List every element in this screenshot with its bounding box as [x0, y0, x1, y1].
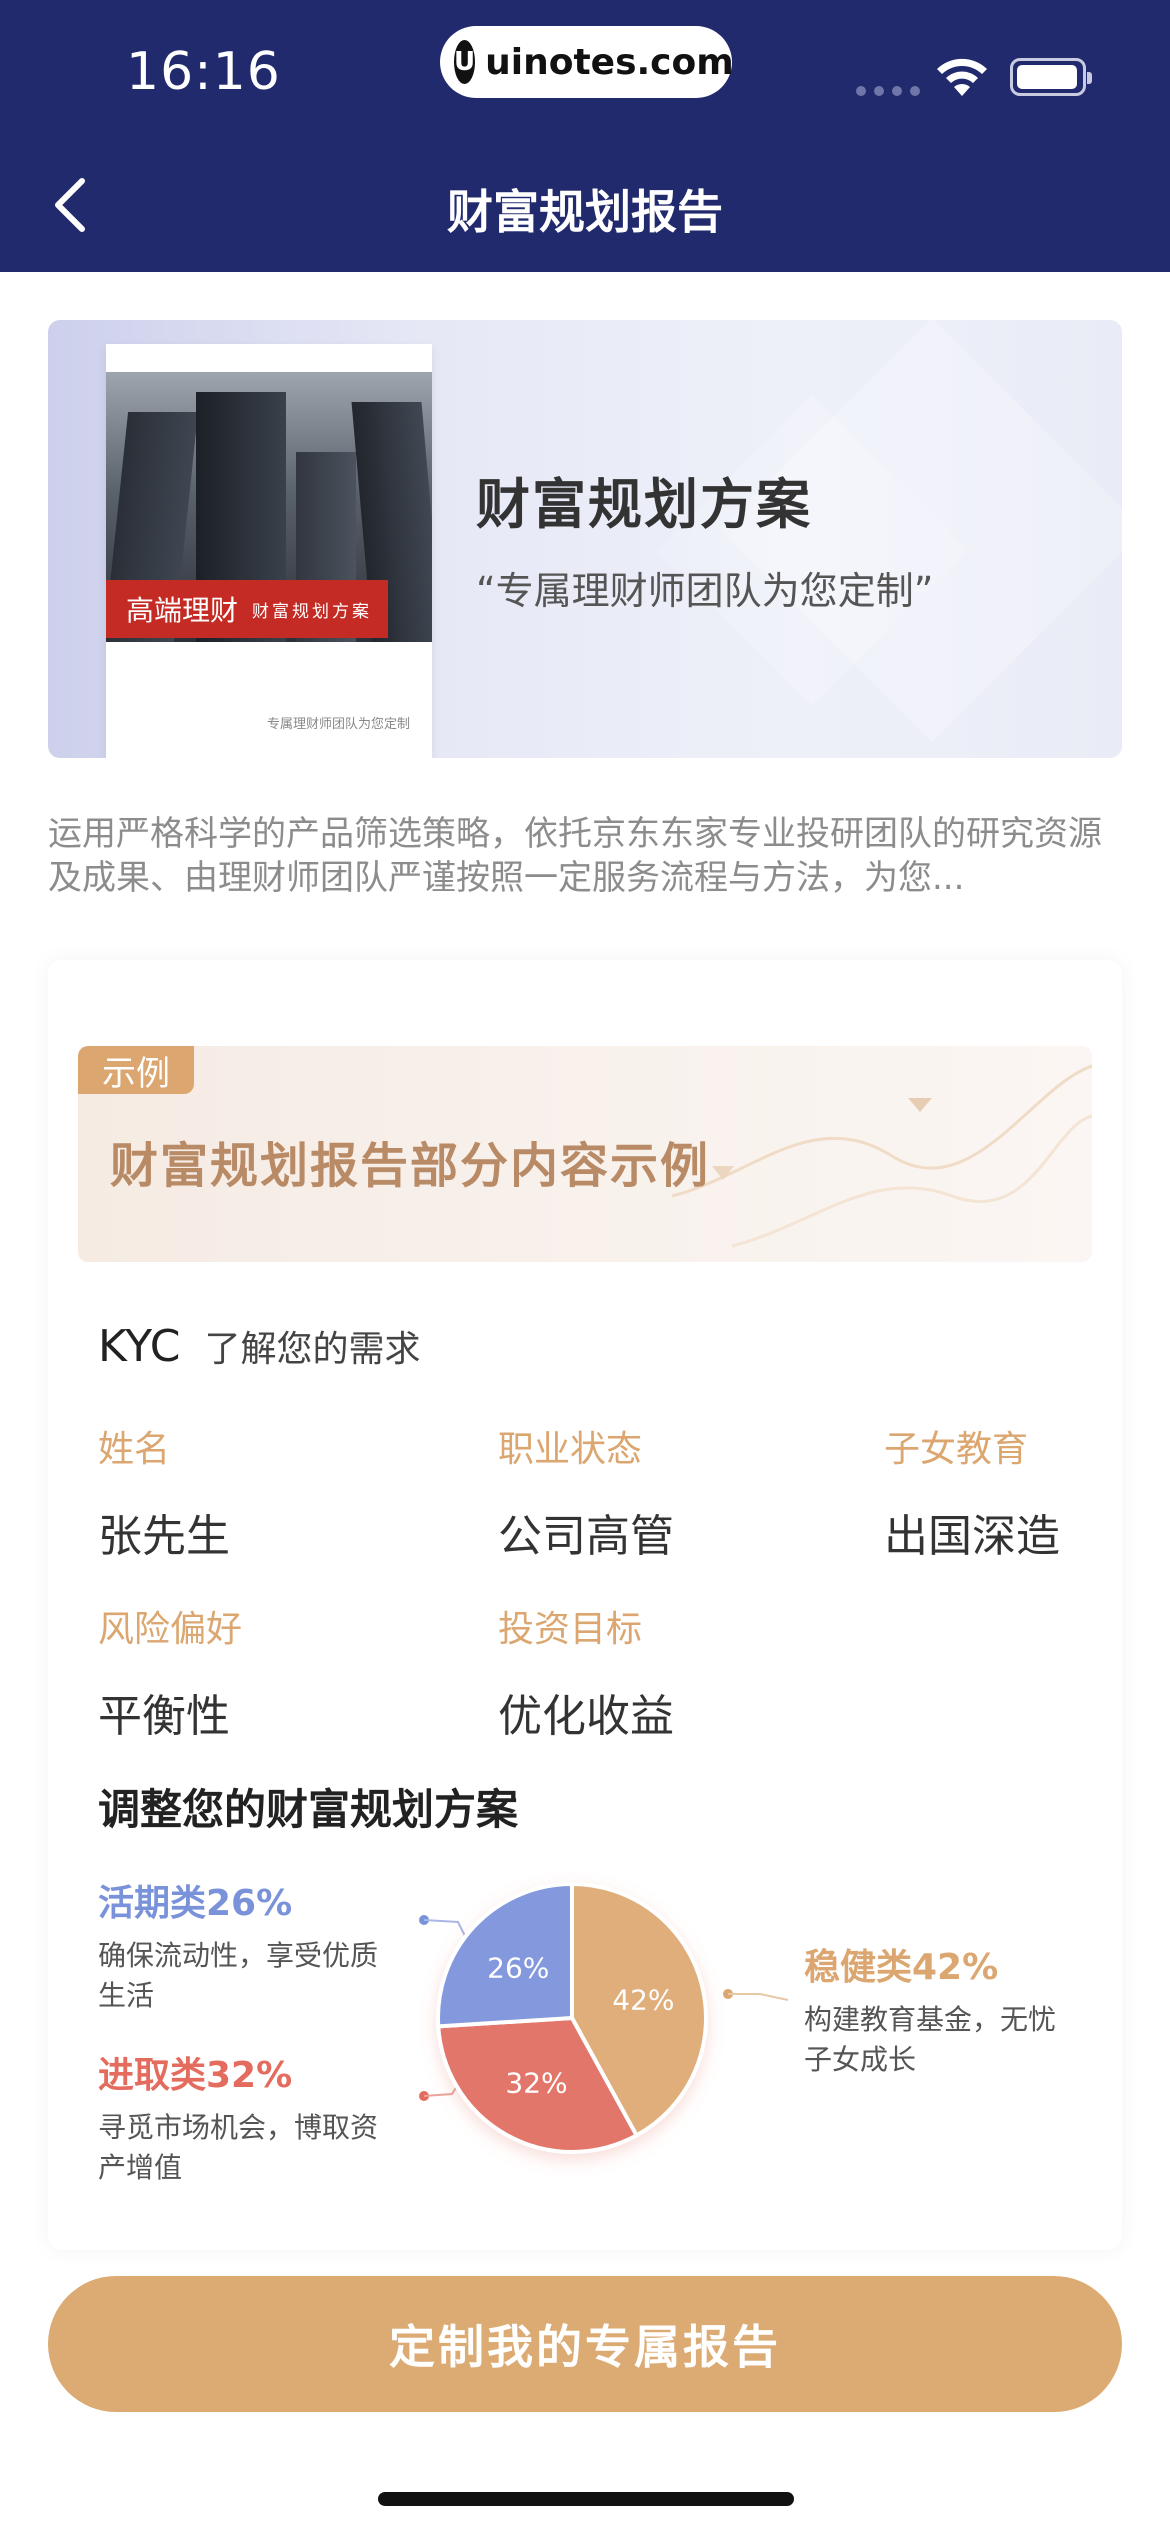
kyc-field-goal: 投资目标 优化收益	[498, 1600, 674, 1744]
book-band: 高端理财 财富规划方案	[106, 580, 388, 638]
kyc-field-occupation: 职业状态 公司高管	[498, 1420, 674, 1564]
field-label: 投资目标	[498, 1609, 643, 1650]
field-value: 张先生	[98, 1511, 230, 1562]
description-text: 运用严格科学的产品筛选策略，依托京东东家专业投研团队的研究资源及成果、由理财师团…	[48, 814, 1102, 898]
url-pill[interactable]: U uinotes.com	[440, 26, 734, 98]
pie-slice-label: 26%	[487, 1952, 549, 1985]
book-footer: 专属理财师团队为您定制	[266, 717, 410, 732]
cellular-signal-icon	[856, 86, 920, 96]
battery-icon	[1010, 58, 1092, 96]
legend-desc: 构建教育基金，无忧子女成长	[804, 2003, 1057, 2076]
sample-title: 财富规划报告部分内容示例	[110, 1138, 711, 1194]
report-book-cover: 高端理财 财富规划方案 专属理财师团队为您定制	[106, 344, 432, 758]
field-label: 风险偏好	[98, 1609, 243, 1650]
kyc-subtitle: 了解您的需求	[204, 1329, 421, 1370]
sample-card: 示例 财富规划报告部分内容示例 KYC 了解您的需求 姓名 张先生 职业状态 公…	[48, 960, 1122, 2250]
allocation-pie-chart: 42% 32% 26%	[436, 1881, 708, 2154]
legend-desc: 确保流动性，享受优质生活	[98, 1939, 379, 2012]
page-title: 财富规划报告	[447, 185, 723, 239]
field-value: 优化收益	[498, 1691, 674, 1742]
kyc-header: KYC 了解您的需求	[98, 1320, 421, 1372]
legend-title: 进取类32%	[98, 2055, 293, 2096]
kyc-field-education: 子女教育 出国深造	[884, 1420, 1060, 1564]
hero-banner: 高端理财 财富规划方案 专属理财师团队为您定制 财富规划方案 “专属理财师团队为…	[48, 320, 1122, 758]
sample-tag: 示例	[78, 1046, 194, 1094]
customize-report-button[interactable]: 定制我的专属报告	[48, 2276, 1122, 2412]
field-label: 姓名	[98, 1429, 171, 1470]
wifi-icon	[937, 58, 987, 96]
field-label: 职业状态	[498, 1429, 643, 1470]
kyc-field-name: 姓名 张先生	[98, 1420, 230, 1564]
adjust-plan-title: 调整您的财富规划方案	[98, 1785, 519, 1834]
status-time: 16:16	[126, 42, 281, 102]
legend-liquid: 活期类26% 确保流动性，享受优质生活	[98, 1874, 388, 2016]
legend-title: 活期类26%	[98, 1883, 293, 1924]
hero-title: 财富规划方案	[476, 473, 812, 536]
kyc-label: KYC	[98, 1321, 181, 1372]
book-band-main: 高端理财	[126, 594, 239, 627]
book-band-sub: 财富规划方案	[252, 601, 373, 622]
sample-banner: 示例 财富规划报告部分内容示例	[78, 1046, 1092, 1262]
legend-title: 稳健类42%	[804, 1947, 999, 1988]
top-bar: 16:16 U uinotes.com 财富规划报告	[0, 0, 1170, 272]
hero-subtitle: “专属理财师团队为您定制”	[476, 569, 934, 613]
field-label: 子女教育	[884, 1429, 1029, 1470]
legend-stable: 稳健类42% 构建教育基金，无忧子女成长	[804, 1938, 1074, 2080]
pie-slice-label: 42%	[612, 1984, 674, 2017]
site-logo-icon: U	[454, 40, 476, 84]
field-value: 平衡性	[98, 1691, 230, 1742]
field-value: 公司高管	[498, 1511, 674, 1562]
home-indicator	[378, 2492, 794, 2506]
field-value: 出国深造	[884, 1511, 1060, 1562]
kyc-field-risk: 风险偏好 平衡性	[98, 1600, 242, 1744]
legend-aggressive: 进取类32% 寻觅市场机会，博取资产增值	[98, 2046, 388, 2188]
wave-decoration	[672, 1064, 1092, 1248]
pie-slice-label: 32%	[505, 2067, 567, 2100]
legend-desc: 寻觅市场机会，博取资产增值	[98, 2111, 379, 2184]
url-text: uinotes.com	[485, 41, 734, 83]
